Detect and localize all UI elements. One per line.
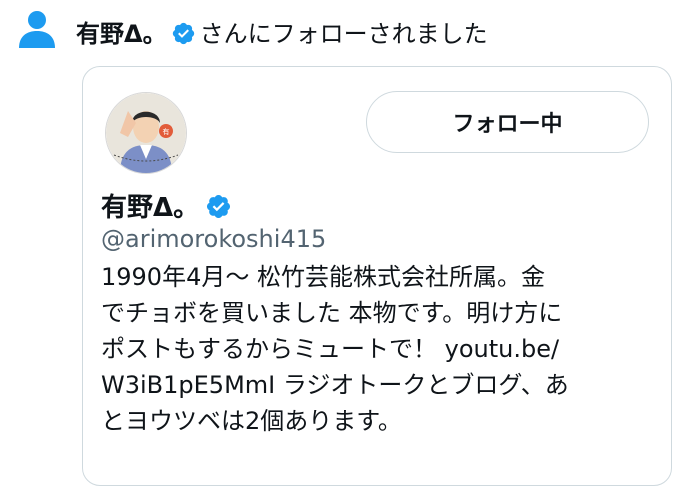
- user-bio: 1990年4月～ 松竹芸能株式会社所属。金 でチョボを買いました 本物です。明け…: [101, 259, 661, 439]
- person-icon: [19, 11, 55, 48]
- follow-notification[interactable]: 有野Δ。 さんにフォローされました: [0, 0, 679, 64]
- user-card[interactable]: 有 フォロー中 有野Δ。 @arimorokoshi415 1990年4月～ 松…: [82, 66, 672, 486]
- display-name-text: 有野Δ。: [101, 193, 200, 223]
- bio-line[interactable]: W3iB1pE5MmI ラジオトークとブログ、あ: [101, 367, 661, 403]
- bio-line: とヨウツベは2個あります。: [101, 407, 402, 435]
- bio-line: でチョボを買いました 本物です。明け方に: [101, 299, 563, 327]
- notification-text: 有野Δ。 さんにフォローされました: [76, 17, 488, 51]
- notifier-name[interactable]: 有野Δ。: [76, 20, 167, 48]
- avatar-illustration: 有: [106, 93, 186, 173]
- bio-line[interactable]: ポストもするからミュートで！ youtu.be/: [101, 331, 661, 367]
- following-button[interactable]: フォロー中: [366, 91, 649, 153]
- display-name[interactable]: 有野Δ。: [101, 187, 234, 224]
- svg-text:有: 有: [163, 127, 170, 136]
- profile-avatar[interactable]: 有: [105, 92, 187, 174]
- bio-line: 1990年4月～ 松竹芸能株式会社所属。金: [101, 263, 545, 291]
- user-handle[interactable]: @arimorokoshi415: [101, 225, 326, 253]
- verified-badge-icon: [172, 22, 194, 45]
- notification-action: さんにフォローされました: [199, 20, 488, 48]
- verified-badge-icon: [207, 194, 231, 219]
